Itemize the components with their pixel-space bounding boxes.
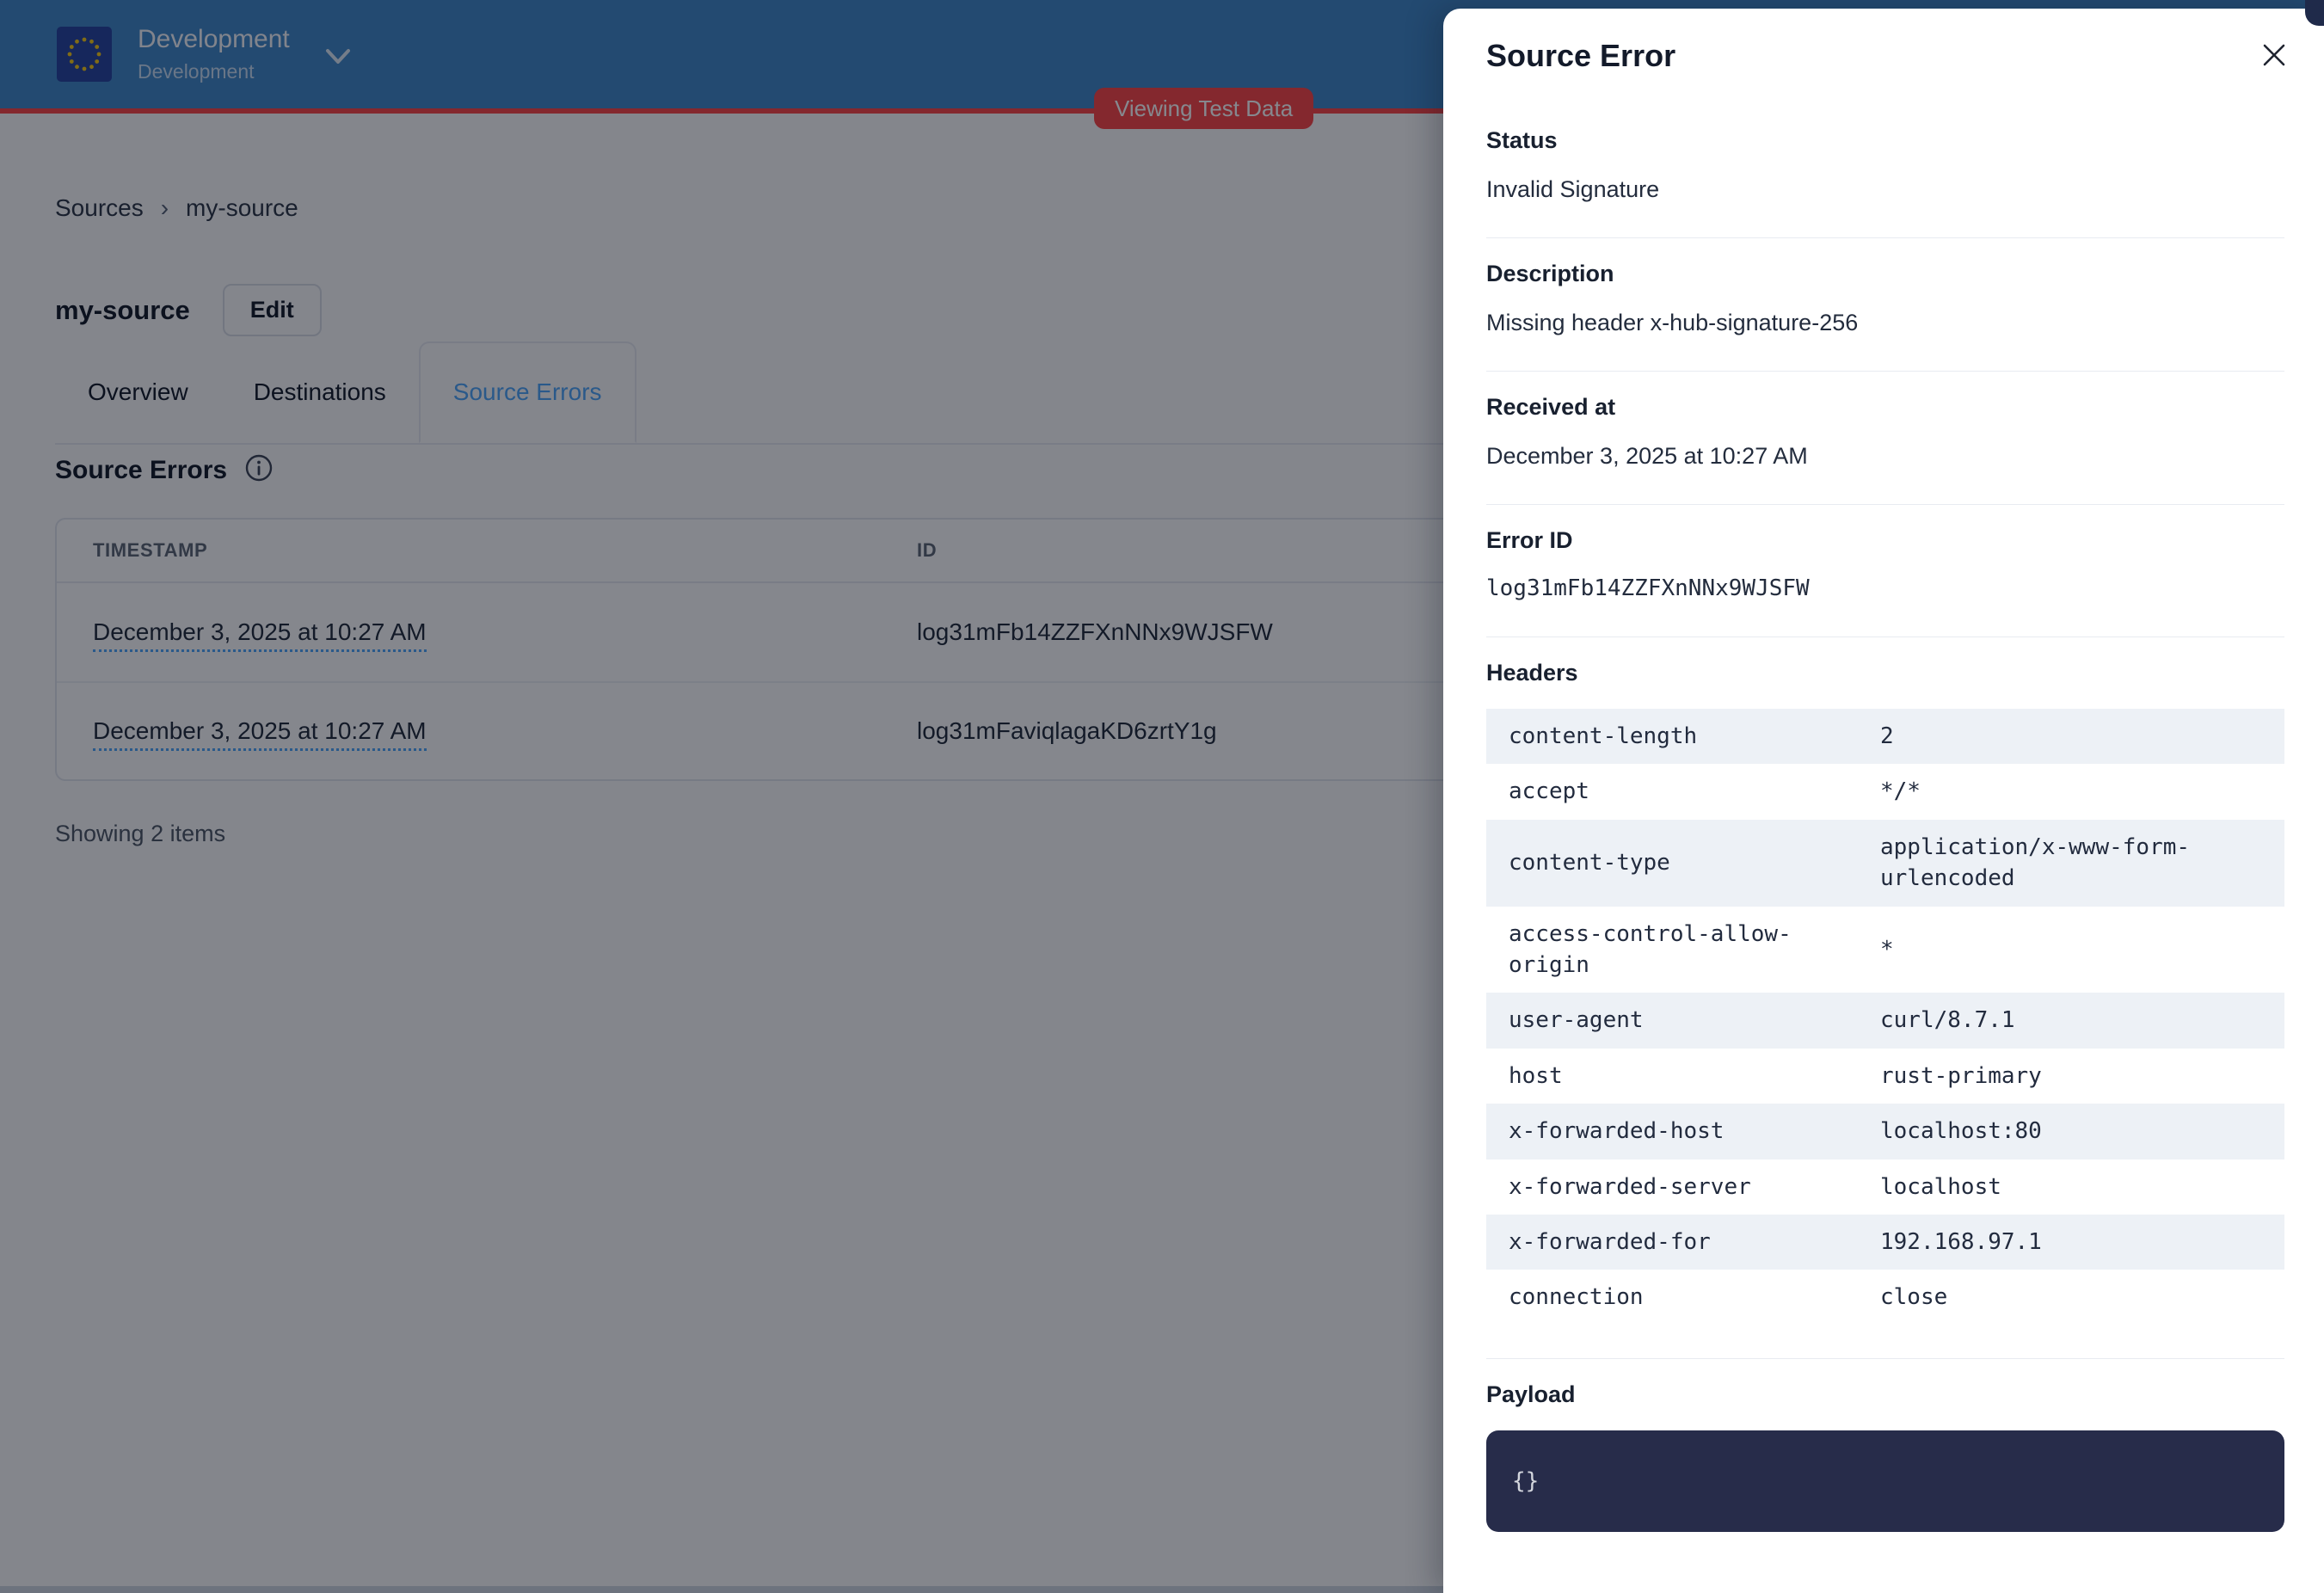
payload-code-block: {} [1486, 1430, 2284, 1532]
header-value: curl/8.7.1 [1880, 1005, 2262, 1036]
description-label: Description [1486, 261, 2284, 287]
status-label: Status [1486, 127, 2284, 154]
header-key: content-type [1509, 847, 1880, 878]
header-value: application/x-www-form-urlencoded [1880, 832, 2262, 895]
header-key: x-forwarded-server [1509, 1172, 1880, 1202]
header-row: x-forwarded-for 192.168.97.1 [1486, 1215, 2284, 1270]
header-key: content-length [1509, 721, 1880, 752]
header-value: close [1880, 1282, 2262, 1313]
drawer-title: Source Error [1486, 38, 2284, 74]
header-row: x-forwarded-server localhost [1486, 1159, 2284, 1215]
header-value: 2 [1880, 721, 2262, 752]
header-row: content-type application/x-www-form-urle… [1486, 820, 2284, 907]
header-value: */* [1880, 776, 2262, 807]
header-key: user-agent [1509, 1005, 1880, 1036]
header-value: * [1880, 934, 2262, 965]
received-at-label: Received at [1486, 394, 2284, 421]
payload-code: {} [1512, 1468, 1539, 1494]
divider [1486, 504, 2284, 505]
description-value: Missing header x-hub-signature-256 [1486, 308, 2284, 338]
divider [1486, 1358, 2284, 1359]
header-key: x-forwarded-for [1509, 1227, 1880, 1258]
header-value: 192.168.97.1 [1880, 1227, 2262, 1258]
header-row: x-forwarded-host localhost:80 [1486, 1104, 2284, 1159]
header-value: rust-primary [1880, 1061, 2262, 1092]
header-row: accept */* [1486, 764, 2284, 819]
headers-label: Headers [1486, 660, 2284, 686]
header-value: localhost [1880, 1172, 2262, 1202]
status-value: Invalid Signature [1486, 175, 2284, 205]
payload-label: Payload [1486, 1381, 2284, 1408]
received-at-value: December 3, 2025 at 10:27 AM [1486, 441, 2284, 471]
header-row: user-agent curl/8.7.1 [1486, 993, 2284, 1048]
header-row: access-control-allow-origin * [1486, 907, 2284, 993]
header-row: content-length 2 [1486, 709, 2284, 764]
source-error-drawer: Source Error Status Invalid Signature De… [1443, 9, 2324, 1593]
header-key: connection [1509, 1282, 1880, 1313]
header-value: localhost:80 [1880, 1116, 2262, 1147]
header-key: x-forwarded-host [1509, 1116, 1880, 1147]
error-id-value: log31mFb14ZZFXnNNx9WJSFW [1486, 575, 2284, 604]
close-icon[interactable] [2257, 38, 2291, 72]
header-key: accept [1509, 776, 1880, 807]
header-key: host [1509, 1061, 1880, 1092]
header-row: connection close [1486, 1270, 2284, 1325]
header-key: access-control-allow-origin [1509, 919, 1880, 981]
header-row: host rust-primary [1486, 1049, 2284, 1104]
divider [1486, 371, 2284, 372]
error-id-label: Error ID [1486, 527, 2284, 554]
divider [1486, 237, 2284, 238]
headers-table: content-length 2 accept */* content-type… [1486, 709, 2284, 1325]
